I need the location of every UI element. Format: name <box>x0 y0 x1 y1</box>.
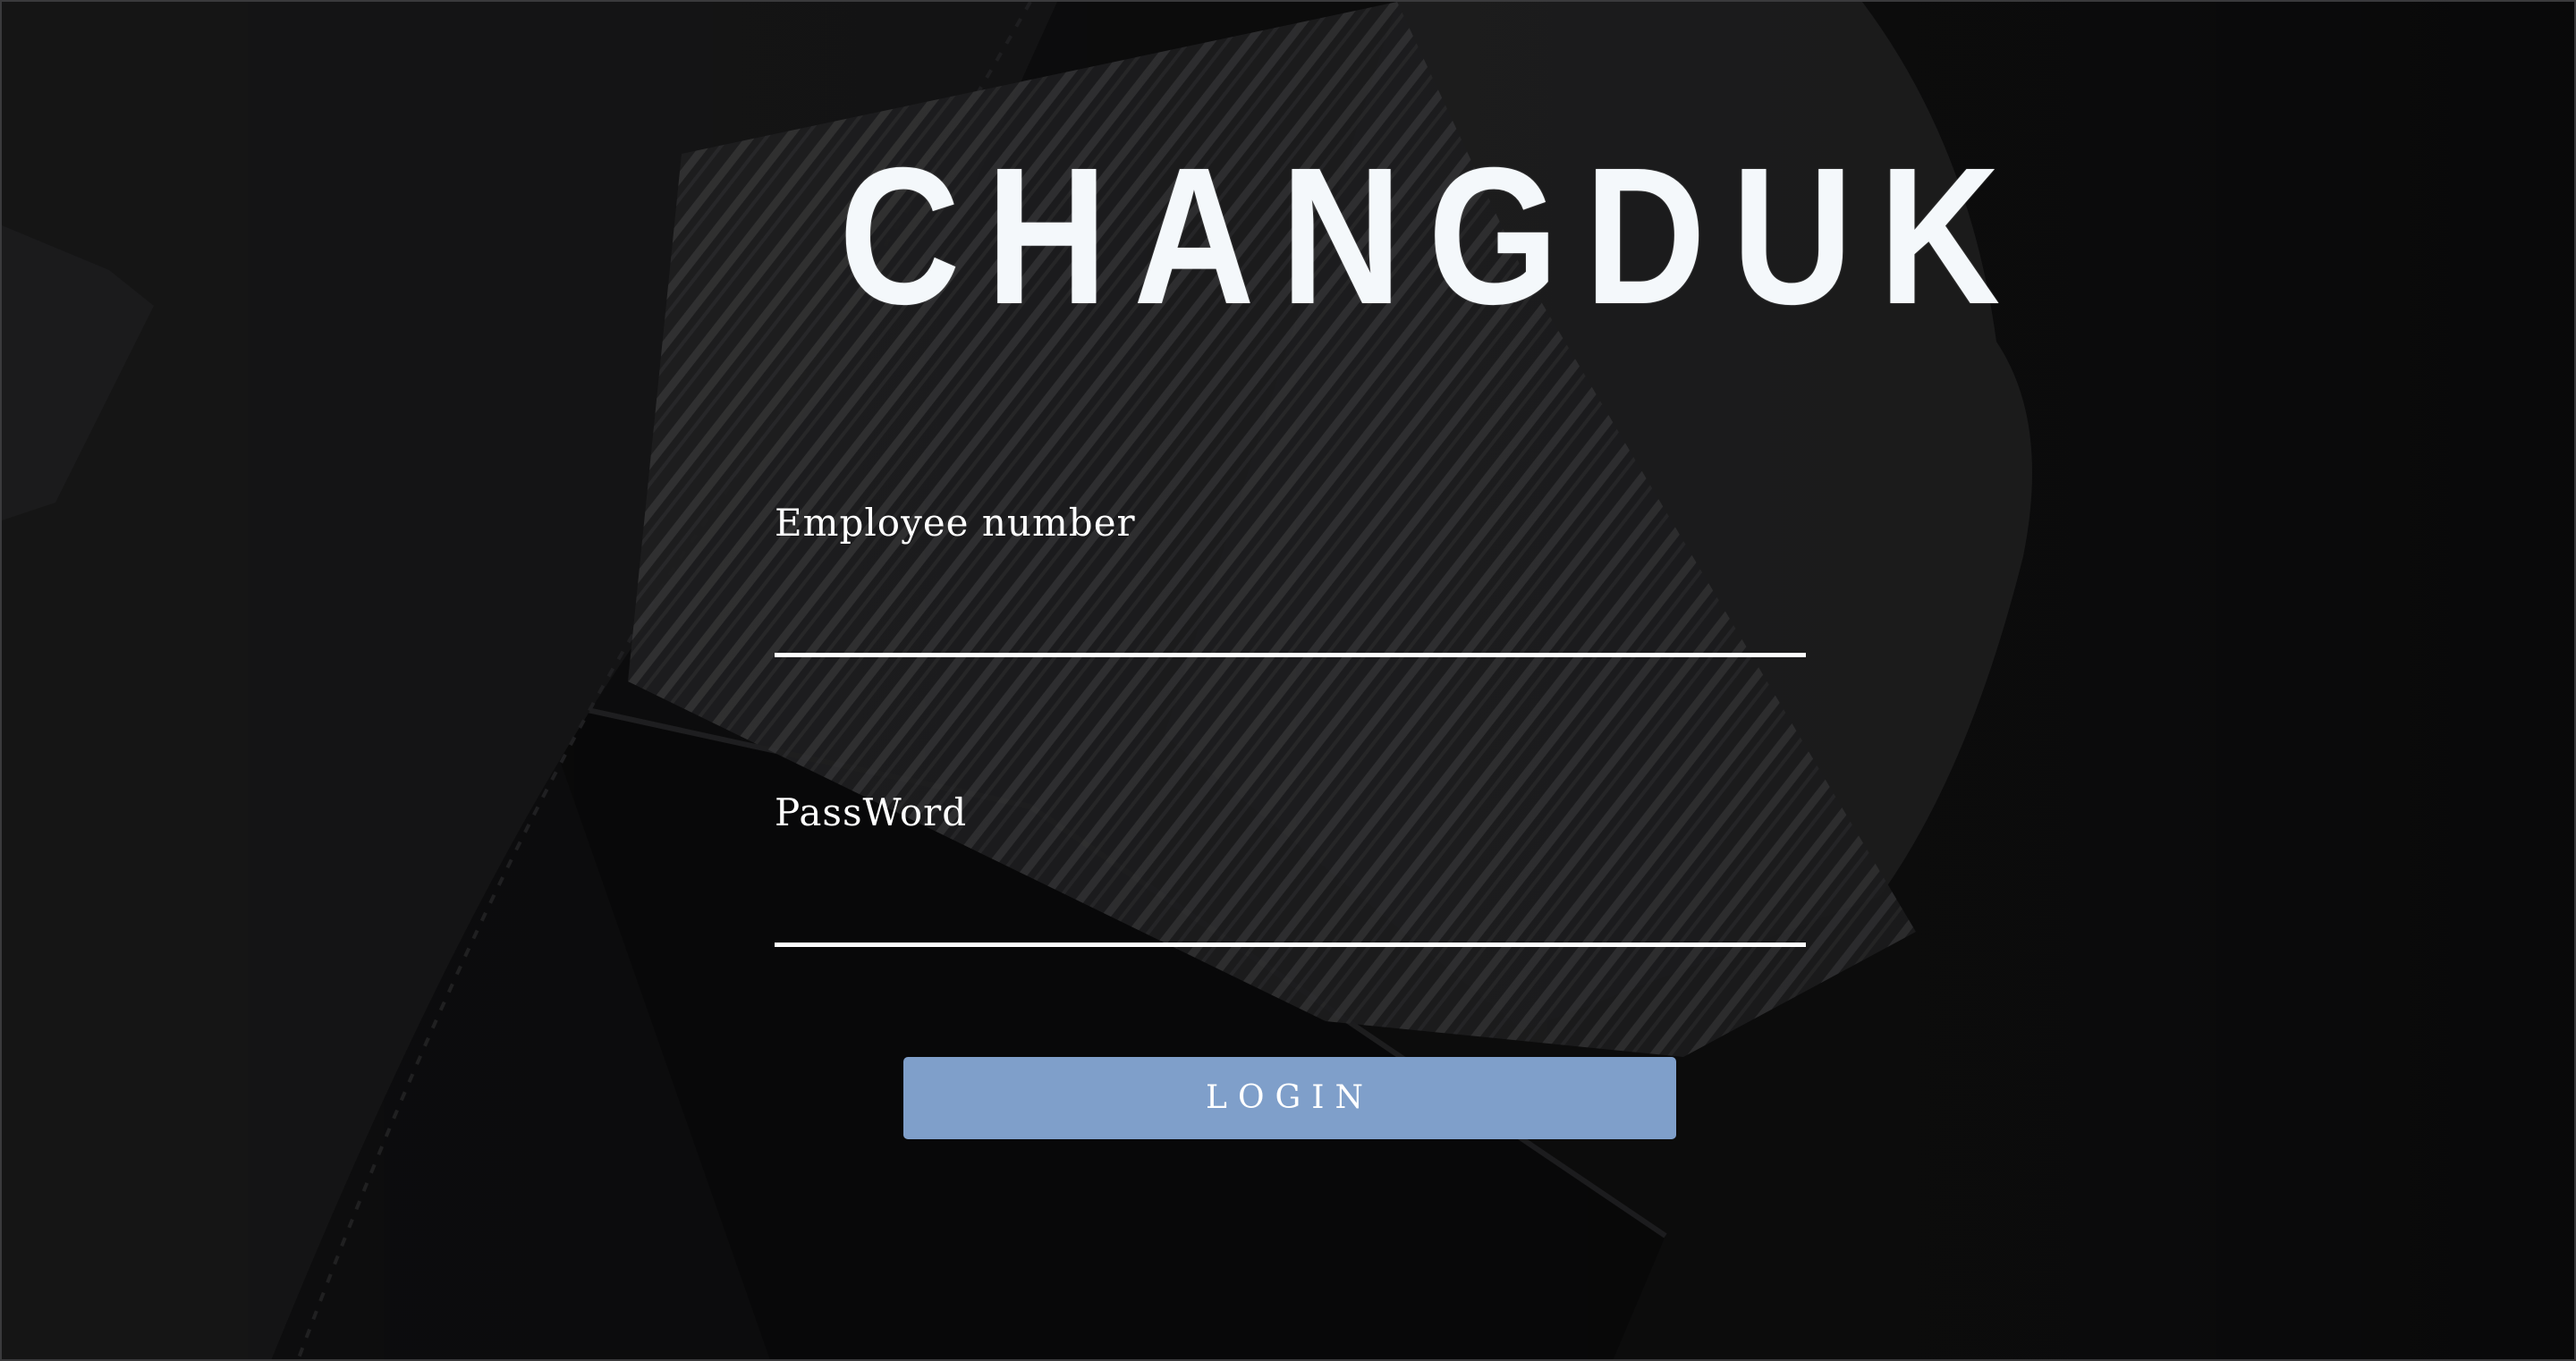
login-button[interactable]: LOGIN <box>903 1057 1676 1139</box>
login-page: CHANGDUK Employee number PassWord LOGIN <box>0 0 2576 1361</box>
employee-number-input[interactable] <box>775 602 1806 657</box>
brand-logo: CHANGDUK <box>839 128 2027 345</box>
password-label: PassWord <box>775 790 968 834</box>
password-input[interactable] <box>775 892 1806 947</box>
employee-number-label: Employee number <box>775 501 1136 545</box>
